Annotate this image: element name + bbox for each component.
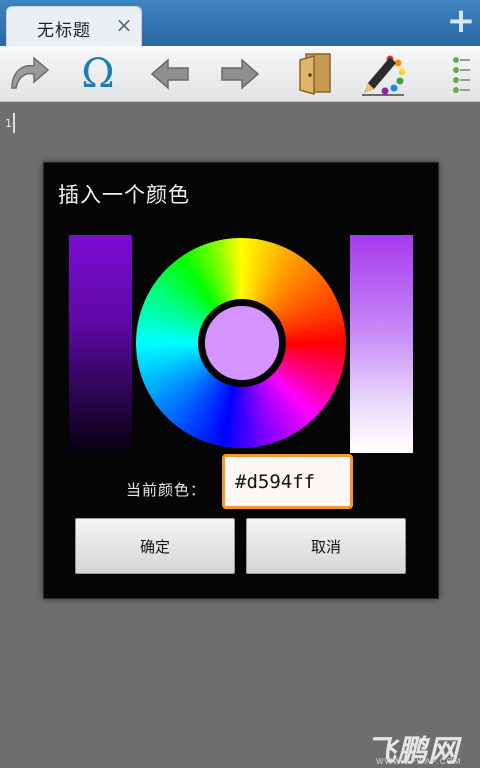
text-caret [13,113,15,133]
line-number: 1 [5,117,12,130]
overflow-menu-icon [453,57,470,93]
cancel-button[interactable]: 取消 [246,518,406,574]
arrow-right-icon [221,58,260,90]
current-color-label: 当前颜色： [126,481,207,499]
insert-symbol-icon: Ω [81,51,115,97]
document-tab[interactable]: 无标题 × [6,6,142,46]
color-palette-button[interactable] [360,50,408,98]
insert-color-dialog: 插入一个颜色 当前颜色： 确定 取消 [43,162,439,599]
color-palette-icon [362,55,406,96]
selected-color-preview [198,299,286,387]
open-file-icon [299,53,331,95]
toolbar: Ω [0,46,480,102]
dialog-title: 插入一个颜色 [58,183,190,207]
arrow-right-button[interactable] [216,50,264,98]
tab-bar: 无标题 × + [0,0,480,46]
close-tab-icon[interactable]: × [113,13,135,37]
redo-icon [11,56,50,89]
color-hex-input[interactable] [222,454,353,509]
watermark-site: WWW.FPWAP.COM [376,757,462,766]
overflow-menu-button[interactable] [436,50,480,98]
brightness-slider[interactable] [69,235,132,451]
arrow-left-button[interactable] [146,50,194,98]
arrow-left-icon [150,58,189,90]
open-file-button[interactable] [290,50,338,98]
tab-title: 无标题 [37,21,91,41]
insert-symbol-button[interactable]: Ω [74,50,122,98]
new-tab-button[interactable]: + [446,4,476,40]
redo-button[interactable] [4,50,52,98]
saturation-slider[interactable] [350,235,413,453]
ok-button[interactable]: 确定 [75,518,235,574]
